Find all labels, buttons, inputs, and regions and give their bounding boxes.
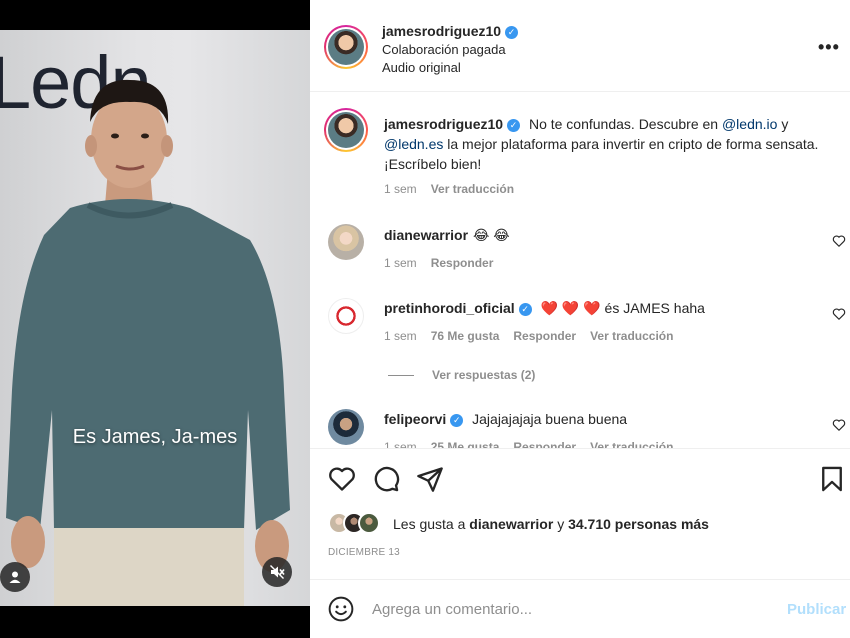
video-frame: Ledn Es James, Ja-mes (0, 30, 310, 606)
add-comment-bar: Publicar (310, 579, 850, 638)
mute-button[interactable] (262, 557, 292, 587)
mention-link[interactable]: @ledn.es (384, 136, 443, 152)
original-audio-link[interactable]: Audio original (382, 60, 461, 75)
like-comment-heart-icon[interactable] (832, 307, 846, 321)
comment-time[interactable]: 1 sem (384, 440, 417, 448)
translate-button[interactable]: Ver traducción (590, 329, 673, 343)
comment-item: pretinhorodi_oficial ✓ ❤️ ❤️ ❤️ és JAMES … (310, 296, 850, 386)
reply-button[interactable]: Responder (513, 329, 576, 343)
like-heart-icon[interactable] (328, 465, 356, 493)
liker-username[interactable]: dianewarrior (469, 516, 553, 532)
commenter-avatar[interactable] (328, 409, 364, 445)
comment-likes[interactable]: 76 Me gusta (431, 329, 500, 343)
author-avatar[interactable] (324, 25, 368, 69)
comment-meta: 1 sem 76 Me gusta Responder Ver traducción (384, 329, 687, 343)
view-replies-button[interactable]: Ver respuestas (2) (432, 368, 535, 382)
reply-button[interactable]: Responder (431, 256, 494, 270)
comment-time[interactable]: 1 sem (384, 256, 417, 270)
comment-input[interactable] (372, 597, 772, 621)
translate-button[interactable]: Ver traducción (590, 440, 673, 448)
caption-time[interactable]: 1 sem (384, 182, 417, 196)
comment-bubble-icon[interactable] (372, 465, 400, 493)
likes-summary: Les gusta a dianewarrior y 34.710 person… (328, 512, 828, 536)
comment-item: felipeorvi ✓ Jajajajajaja buena buena 1 s… (310, 407, 850, 448)
like-comment-heart-icon[interactable] (832, 234, 846, 248)
tagged-people-button[interactable] (0, 562, 30, 592)
person-figure (6, 79, 290, 606)
reply-button[interactable]: Responder (513, 440, 576, 448)
verified-badge-icon: ✓ (518, 303, 532, 316)
caption-username[interactable]: jamesrodriguez10 ✓ (384, 116, 521, 132)
speaker-muted-icon (270, 565, 285, 579)
comment-meta: 1 sem Responder (384, 256, 507, 270)
reel-video[interactable]: Ledn Es James, Ja-mes (0, 0, 310, 638)
action-bar: Les gusta a dianewarrior y 34.710 person… (310, 448, 850, 578)
emoji-icon[interactable] (328, 596, 354, 622)
post-side-panel: jamesrodriguez10 ✓ Colaboración pagada Au… (310, 0, 850, 638)
video-subtitle: Es James, Ja-mes (72, 426, 238, 448)
verified-badge-icon: ✓ (450, 414, 464, 427)
author-username[interactable]: jamesrodriguez10 ✓ (382, 23, 519, 39)
paid-partnership-label[interactable]: Colaboración pagada (382, 42, 506, 57)
like-comment-heart-icon[interactable] (832, 418, 846, 432)
verified-badge-icon: ✓ (505, 26, 519, 39)
comment-text: felipeorvi ✓ Jajajajajaja buena buena (384, 411, 628, 427)
comment-meta: 1 sem 25 Me gusta Responder Ver traducción (384, 440, 687, 448)
commenter-avatar[interactable] (328, 298, 364, 334)
comment-time[interactable]: 1 sem (384, 329, 417, 343)
caption-author-avatar[interactable] (324, 108, 368, 152)
commenter-username[interactable]: felipeorvi ✓ (384, 411, 464, 427)
comment-likes[interactable]: 25 Me gusta (431, 440, 500, 448)
translate-button[interactable]: Ver traducción (431, 182, 514, 196)
comment-text: pretinhorodi_oficial ✓ ❤️ ❤️ ❤️ és JAMES … (384, 300, 705, 316)
person-icon (9, 571, 21, 583)
more-options-button[interactable]: ••• (818, 37, 840, 58)
likes-text[interactable]: Les gusta a dianewarrior y 34.710 person… (393, 516, 709, 532)
caption: jamesrodriguez10 ✓ No te confundas. Descu… (310, 93, 850, 203)
likes-count[interactable]: 34.710 personas más (568, 516, 709, 532)
caption-text: jamesrodriguez10 ✓ No te confundas. Descu… (384, 116, 819, 172)
post-date[interactable]: DICIEMBRE 13 (328, 547, 400, 558)
caption-meta: 1 sem Ver traducción (384, 182, 528, 196)
comments-list[interactable]: jamesrodriguez10 ✓ No te confundas. Descu… (310, 93, 850, 448)
mention-link[interactable]: @ledn.io (722, 116, 777, 132)
post-button[interactable]: Publicar (787, 601, 846, 618)
liker-avatar[interactable] (358, 512, 380, 534)
comment-text: dianewarrior 😂 😂 (384, 227, 510, 243)
commenter-avatar[interactable] (328, 224, 364, 260)
commenter-username[interactable]: dianewarrior (384, 227, 468, 243)
verified-badge-icon: ✓ (507, 119, 521, 132)
share-paper-plane-icon[interactable] (416, 465, 444, 493)
comment-item: dianewarrior 😂 😂 1 sem Responder (310, 221, 850, 281)
post-header: jamesrodriguez10 ✓ Colaboración pagada Au… (310, 0, 850, 92)
replies-divider (388, 375, 414, 376)
save-bookmark-icon[interactable] (818, 465, 846, 493)
commenter-username[interactable]: pretinhorodi_oficial ✓ (384, 300, 532, 316)
